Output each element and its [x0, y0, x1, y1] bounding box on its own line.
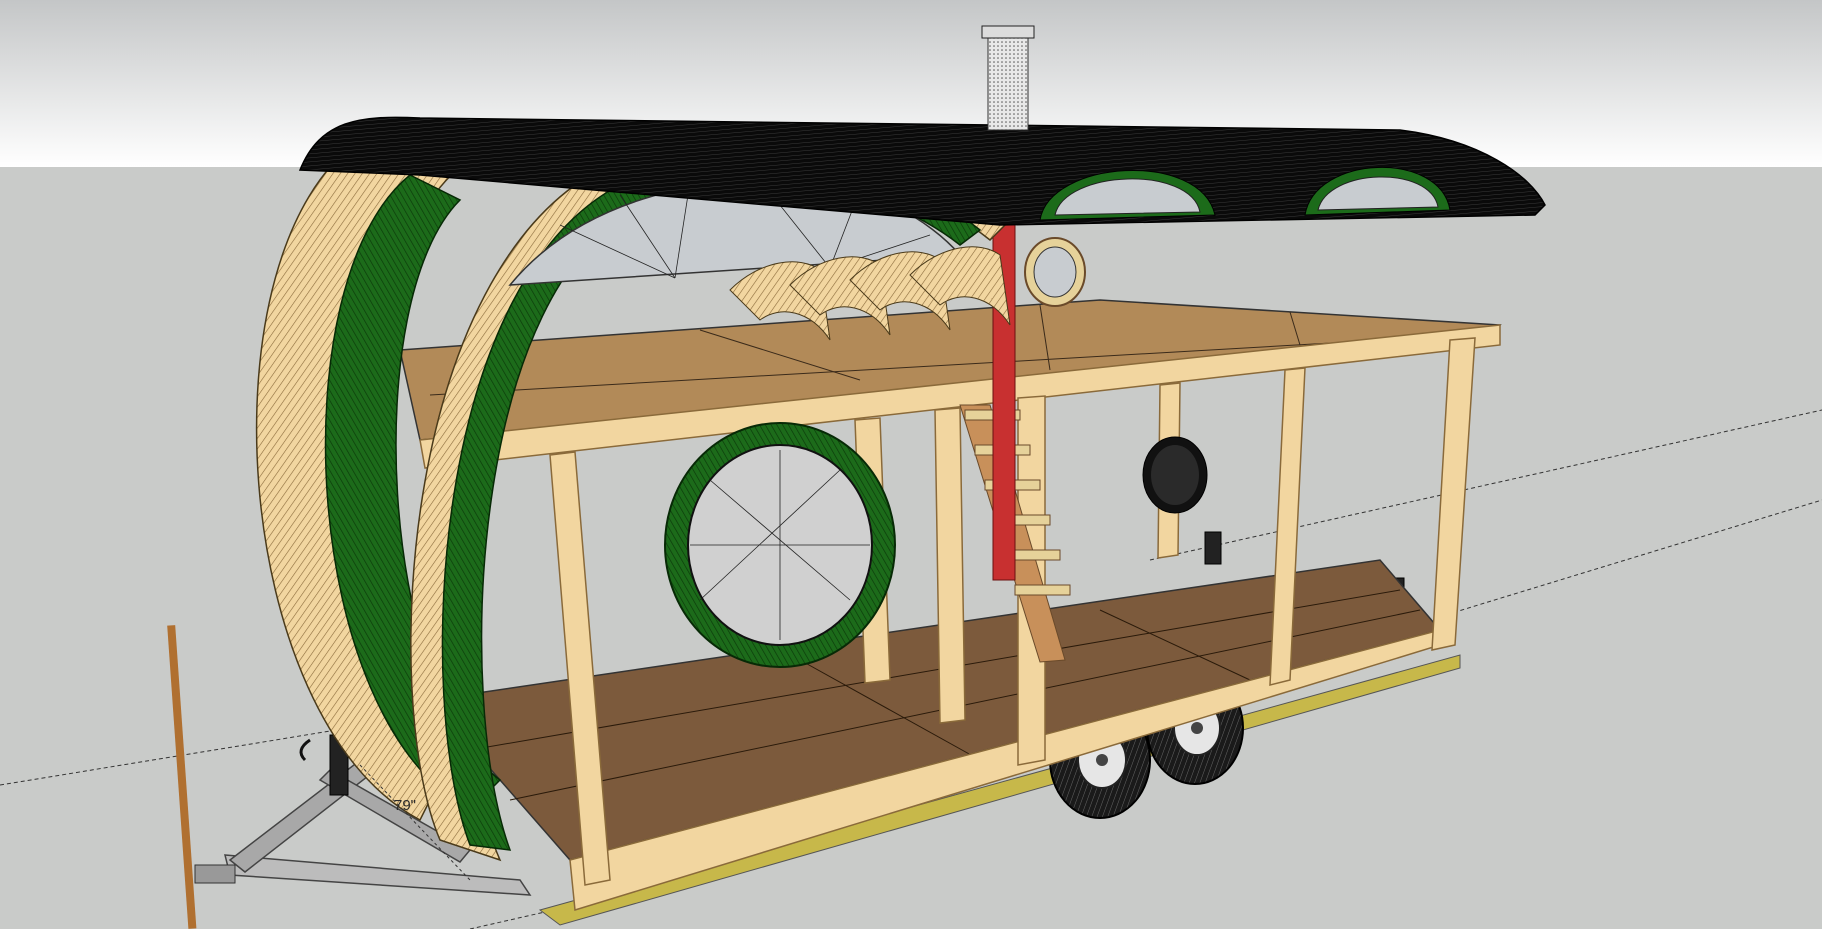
- round-door[interactable]: [664, 422, 896, 668]
- porthole-window[interactable]: [1142, 436, 1208, 514]
- chimney: [981, 25, 1035, 131]
- loft-porthole[interactable]: [1024, 237, 1086, 307]
- sketchup-viewport[interactable]: 79": [0, 0, 1822, 929]
- tiny-house-3d-model[interactable]: 79": [0, 0, 1822, 929]
- dimension-label: 79": [394, 797, 416, 814]
